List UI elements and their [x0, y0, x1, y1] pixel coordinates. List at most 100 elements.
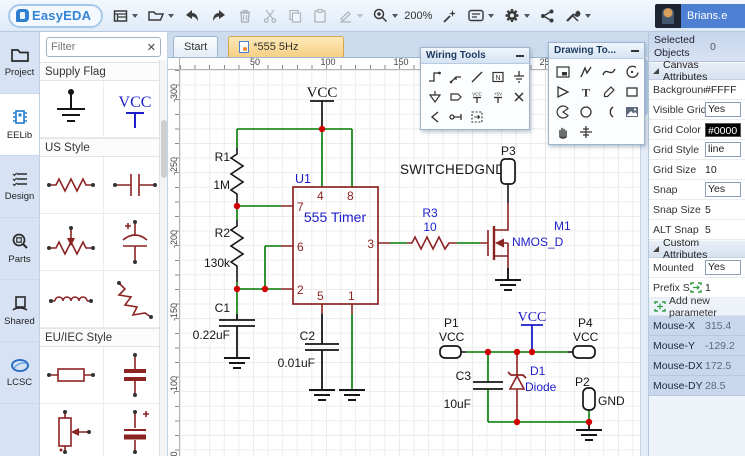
component-c1[interactable]: C1 0.22uF [193, 301, 255, 358]
sidebar-item-parts[interactable]: Parts [0, 218, 39, 280]
alt-snap-value[interactable]: 5 [705, 224, 741, 236]
lib-item-us-potentiometer[interactable] [40, 214, 104, 271]
image-tool[interactable] [622, 102, 642, 121]
lib-item-us-polar-capacitor[interactable] [103, 214, 167, 271]
u1-ref[interactable]: U1 [295, 172, 311, 186]
component-r3[interactable]: R3 10 [407, 206, 457, 251]
menu-button[interactable] [112, 8, 139, 24]
c3-value[interactable]: 10uF [444, 397, 471, 411]
clear-filter-icon[interactable]: ✕ [147, 41, 156, 54]
bus-entry-tool[interactable] [467, 67, 487, 86]
wiring-tools-palette[interactable]: Wiring Tools N VCC +5V [420, 47, 530, 130]
mounted-select[interactable]: Yes [705, 260, 741, 275]
m1-value[interactable]: NMOS_D [512, 235, 564, 249]
d1-ref[interactable]: D1 [530, 364, 546, 378]
polyline-tool[interactable] [576, 62, 596, 81]
component-c2[interactable]: C2 0.01uF [278, 314, 339, 390]
p4-net[interactable]: VCC [573, 330, 599, 344]
filter-input[interactable] [51, 41, 137, 53]
zoom-level[interactable]: 200% [404, 10, 432, 22]
ellipse-tool[interactable] [576, 102, 596, 121]
vcc-mid-label[interactable]: VCC [518, 310, 547, 325]
net-class-tool[interactable] [467, 107, 487, 126]
ground-symbols[interactable] [224, 268, 602, 441]
component-u1-555-timer[interactable]: U1 555 Timer 7 6 2 4 8 5 1 3 [281, 172, 390, 314]
copy-button[interactable] [287, 8, 303, 24]
component-r2[interactable]: R2 130k [204, 220, 245, 282]
lib-item-ground[interactable] [40, 81, 104, 138]
lib-item-us-resistor[interactable] [40, 157, 104, 214]
r2-value[interactable]: 130k [204, 256, 231, 270]
lib-item-eu-capacitor[interactable] [103, 347, 167, 404]
lib-item-us-capacitor[interactable] [103, 157, 167, 214]
easyeda-logo[interactable]: EasyEDA [8, 3, 104, 28]
net-port-tool[interactable] [446, 87, 466, 106]
lib-item-eu-potentiometer[interactable] [40, 404, 104, 456]
zoom-button[interactable] [372, 7, 399, 24]
component-c3[interactable]: C3 10uF [444, 369, 503, 411]
r2-ref[interactable]: R2 [215, 226, 231, 240]
c2-ref[interactable]: C2 [300, 329, 316, 343]
lib-item-eu-resistor[interactable] [40, 347, 104, 404]
prefix-start-value[interactable]: 1 [705, 282, 741, 294]
section-custom-attributes[interactable]: Custom Attributes [649, 237, 745, 261]
grid-color-swatch[interactable]: #0000 [705, 122, 741, 137]
sidebar-item-lcsc[interactable]: LCSC [0, 342, 39, 404]
delete-button[interactable] [237, 8, 253, 24]
open-folder-button[interactable] [147, 8, 175, 24]
user-account[interactable]: Brians.e [655, 3, 745, 29]
drag-hand-tool[interactable] [553, 122, 573, 141]
tools-button[interactable] [564, 8, 592, 24]
rectangle-tool[interactable] [622, 82, 642, 101]
dimension-tool[interactable] [576, 122, 596, 141]
ground-tool[interactable] [509, 67, 529, 86]
lib-item-eu-polar-capacitor[interactable] [103, 404, 167, 456]
pie-tool[interactable] [553, 102, 573, 121]
vcc-top-label[interactable]: VCC [307, 85, 338, 101]
grid-size-value[interactable]: 10 [705, 164, 741, 176]
net-flag-tool[interactable] [425, 107, 445, 126]
section-canvas-attributes[interactable]: Canvas Attributes [649, 59, 745, 83]
lib-item-vcc[interactable]: VCC [103, 81, 167, 138]
open-arc-tool[interactable] [599, 102, 619, 121]
c2-value[interactable]: 0.01uF [278, 356, 315, 370]
signature-button[interactable] [337, 8, 364, 24]
background-value[interactable]: #FFFF [705, 84, 741, 96]
share-button[interactable] [539, 8, 555, 24]
arc-tool[interactable] [622, 62, 642, 81]
paste-button[interactable] [312, 8, 328, 24]
sidebar-item-design[interactable]: Design [0, 156, 39, 218]
p2-net[interactable]: GND [598, 394, 625, 408]
canvas-size-tool[interactable] [553, 62, 573, 81]
sidebar-item-eelib[interactable]: EELib [0, 94, 39, 156]
bus-tool[interactable] [446, 67, 466, 86]
prefix-edit-icon[interactable] [690, 282, 702, 293]
port-p4[interactable]: P4 VCC [568, 316, 599, 359]
minimize-icon[interactable] [631, 49, 639, 52]
redo-button[interactable] [210, 8, 228, 24]
design-manager-button[interactable] [467, 8, 495, 23]
sidebar-item-project[interactable]: Project [0, 32, 39, 94]
library-scrollbar[interactable] [159, 60, 167, 456]
snap-select[interactable]: Yes [705, 182, 741, 197]
vcc-flag-tool[interactable]: VCC [467, 87, 487, 106]
u1-value[interactable]: 555 Timer [304, 209, 367, 225]
add-parameter-button[interactable]: Add new parameter [649, 295, 745, 319]
netflag-vcc-top[interactable]: VCC [307, 85, 338, 129]
polygon-tool[interactable] [553, 82, 573, 101]
port-p2[interactable]: P2 GND [575, 375, 625, 411]
d1-value[interactable]: Diode [525, 380, 557, 394]
netflag-vcc-mid[interactable]: VCC [518, 310, 547, 352]
grid-style-select[interactable]: line [705, 142, 741, 157]
net-label-switchedgnd[interactable]: SWITCHEDGND [400, 162, 505, 177]
p3-ref[interactable]: P3 [501, 144, 516, 158]
p1-net[interactable]: VCC [439, 330, 465, 344]
ground-triangle-tool[interactable] [425, 87, 445, 106]
tab-start[interactable]: Start [173, 36, 219, 57]
drawing-tools-titlebar[interactable]: Drawing To... [549, 43, 644, 59]
component-m1-nmos[interactable]: M1 NMOS_D [480, 203, 571, 268]
component-r1[interactable]: R1 1M [213, 148, 245, 204]
pencil-tool[interactable] [599, 82, 619, 101]
m1-ref[interactable]: M1 [554, 219, 571, 233]
drawing-tools-palette[interactable]: Drawing To... T [548, 42, 645, 145]
